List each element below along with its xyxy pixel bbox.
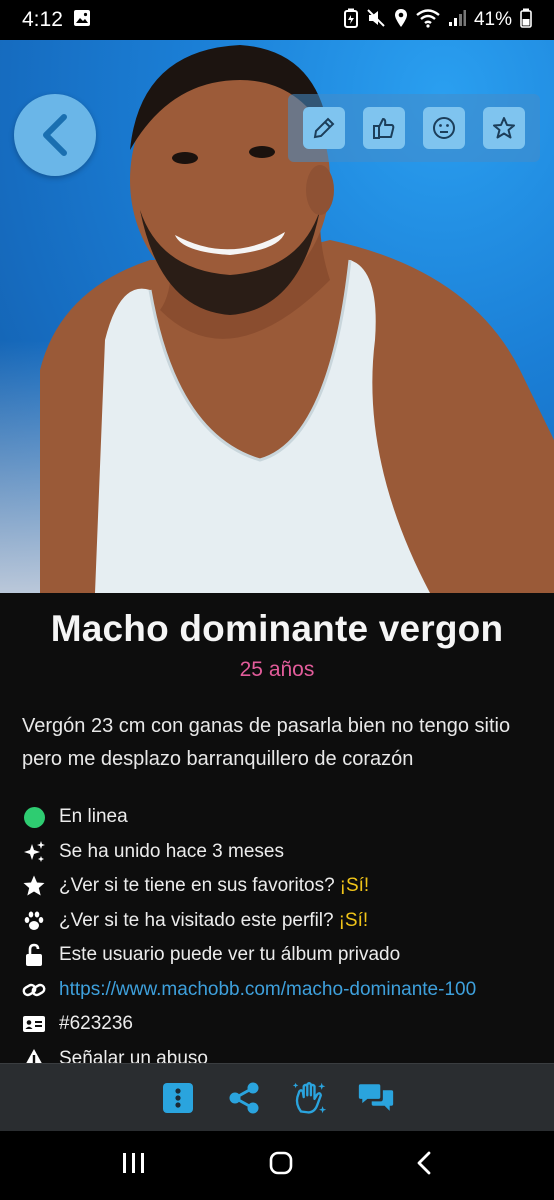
status-time: 4:12 bbox=[22, 8, 63, 31]
info-joined: Se ha unido hace 3 meses bbox=[22, 835, 542, 870]
favorites-answer-link[interactable]: ¡Sí! bbox=[340, 875, 370, 897]
back-button[interactable] bbox=[14, 94, 96, 176]
react-button[interactable] bbox=[423, 107, 465, 149]
recent-apps-icon bbox=[122, 1153, 144, 1173]
more-options-button[interactable] bbox=[160, 1080, 196, 1116]
chat-button[interactable] bbox=[358, 1080, 394, 1116]
status-bar: 4:12 41% bbox=[0, 0, 554, 40]
share-icon bbox=[229, 1082, 259, 1113]
favorite-button[interactable] bbox=[483, 107, 525, 149]
system-nav-bar bbox=[0, 1131, 554, 1200]
favorites-question: ¿Ver si te tiene en sus favoritos? bbox=[59, 875, 335, 897]
profile-info-list: En linea Se ha unido hace 3 meses ¿Ver s… bbox=[22, 800, 542, 1076]
info-private-album: Este usuario puede ver tu álbum privado bbox=[22, 938, 542, 973]
thumbs-up-icon bbox=[373, 118, 395, 139]
info-online: En linea bbox=[22, 800, 542, 835]
battery-saver-icon bbox=[343, 8, 358, 33]
chat-bubbles-icon bbox=[358, 1083, 394, 1111]
unlock-icon bbox=[22, 943, 46, 967]
wave-button[interactable] bbox=[292, 1080, 328, 1116]
home-button[interactable] bbox=[268, 1150, 294, 1181]
gallery-icon bbox=[73, 9, 91, 32]
star-icon bbox=[493, 117, 515, 139]
online-label: En linea bbox=[59, 806, 128, 828]
profile-age: 25 años bbox=[239, 658, 315, 681]
profile-id: #623236 bbox=[59, 1013, 133, 1035]
signal-icon bbox=[448, 9, 466, 32]
star-icon bbox=[22, 874, 46, 898]
profile-bio: Vergón 23 cm con ganas de pasarla bien n… bbox=[22, 715, 511, 770]
private-album-label: Este usuario puede ver tu álbum privado bbox=[59, 944, 401, 966]
info-profile-url[interactable]: https://www.machobb.com/macho-dominante-… bbox=[22, 973, 542, 1008]
nav-back-button[interactable] bbox=[415, 1150, 433, 1181]
profile-action-bar bbox=[0, 1063, 554, 1131]
profile-photo[interactable] bbox=[0, 40, 554, 593]
info-visited[interactable]: ¿Ver si te ha visitado este perfil? ¡Sí! bbox=[22, 904, 542, 939]
neutral-face-icon bbox=[433, 117, 455, 139]
info-favorites[interactable]: ¿Ver si te tiene en sus favoritos? ¡Sí! bbox=[22, 869, 542, 904]
share-button[interactable] bbox=[226, 1080, 262, 1116]
edit-button[interactable] bbox=[303, 107, 345, 149]
link-icon bbox=[22, 978, 46, 1002]
chevron-left-icon bbox=[43, 114, 67, 156]
profile-url-link[interactable]: https://www.machobb.com/macho-dominante-… bbox=[59, 979, 476, 1001]
nav-back-icon bbox=[417, 1151, 431, 1175]
profile-title: Macho dominante vergon bbox=[50, 608, 504, 649]
battery-percent: 41% bbox=[473, 9, 512, 30]
like-button[interactable] bbox=[363, 107, 405, 149]
wifi-icon bbox=[416, 8, 440, 33]
info-profile-id: #623236 bbox=[22, 1007, 542, 1042]
joined-label: Se ha unido hace 3 meses bbox=[59, 840, 284, 862]
battery-icon bbox=[520, 8, 532, 33]
photo-actions-panel bbox=[288, 94, 540, 162]
mute-icon bbox=[366, 8, 386, 33]
home-icon bbox=[269, 1151, 293, 1175]
paw-icon bbox=[22, 909, 46, 933]
location-icon bbox=[394, 8, 408, 33]
pencil-icon bbox=[313, 117, 335, 139]
online-status-icon bbox=[22, 805, 46, 829]
visited-question: ¿Ver si te ha visitado este perfil? bbox=[59, 909, 334, 931]
visited-answer-link[interactable]: ¡Sí! bbox=[339, 910, 369, 932]
wave-hand-icon bbox=[292, 1081, 327, 1114]
id-card-icon bbox=[22, 1012, 46, 1036]
sparkles-icon bbox=[22, 840, 46, 864]
recent-apps-button[interactable] bbox=[121, 1151, 147, 1180]
more-options-icon bbox=[163, 1082, 193, 1113]
